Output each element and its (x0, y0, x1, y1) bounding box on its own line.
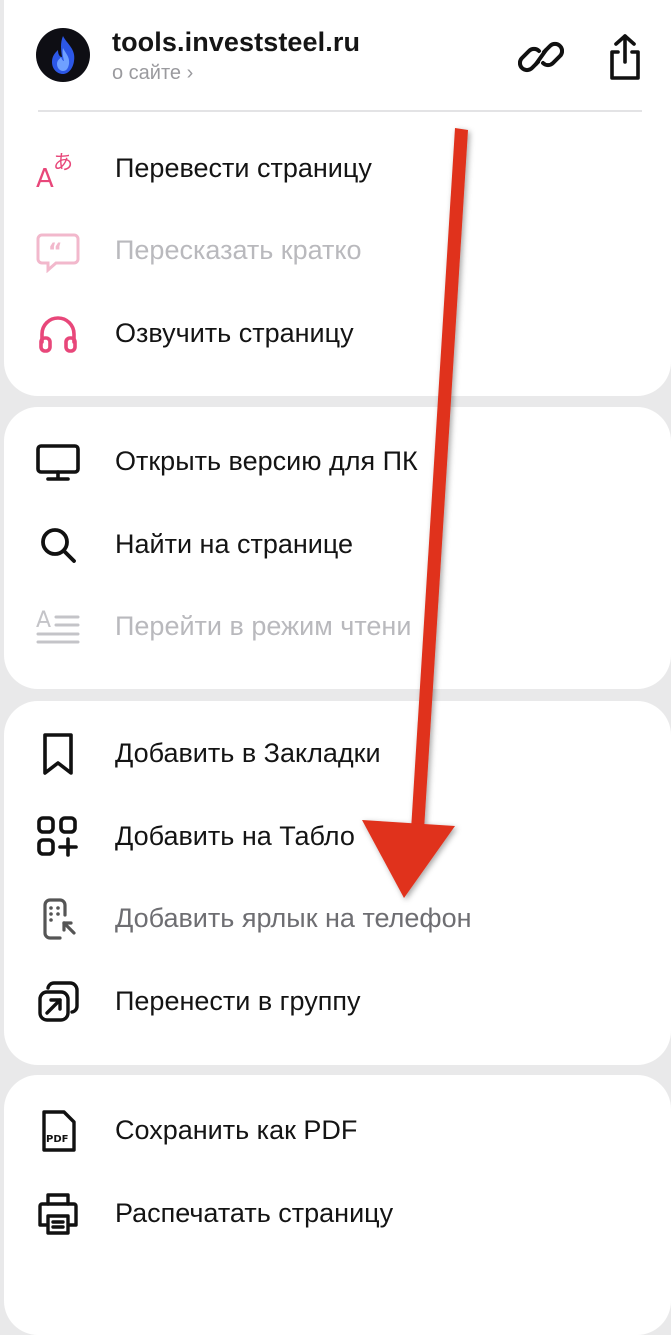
menu-item-label: Добавить ярлык на телефон (115, 903, 472, 933)
share-button[interactable] (602, 32, 648, 82)
svg-text:あ: あ (53, 150, 73, 174)
svg-text:A: A (36, 164, 54, 191)
menu-item-reader-mode[interactable]: A Перейти в режим чтени (4, 585, 671, 667)
menu-item-voice[interactable]: Озвучить страницу (4, 292, 671, 374)
site-domain: tools.investsteel.ru (112, 27, 361, 57)
menu-item-save-pdf[interactable]: PDF Сохранить как PDF (4, 1089, 671, 1171)
menu-item-translate[interactable]: A あ Перевести страницу (4, 127, 671, 209)
menu-item-label: Пересказать кратко (115, 235, 362, 265)
menu-item-label: Перейти в режим чтени (115, 611, 412, 641)
svg-text:A: A (36, 608, 51, 633)
menu-section-page-tools: tools.investsteel.ru о сайте › A あ Перев… (4, 0, 671, 396)
quote-summary-icon: “ (36, 229, 80, 274)
headphones-icon (36, 312, 80, 356)
menu-item-label: Сохранить как PDF (115, 1115, 358, 1145)
reader-mode-icon: A (36, 605, 80, 649)
move-to-group-icon (36, 980, 80, 1024)
menu-item-label: Озвучить страницу (115, 318, 354, 348)
add-to-grid-icon (36, 815, 80, 859)
translate-icon: A あ (36, 147, 80, 194)
copy-link-button[interactable] (517, 32, 565, 82)
printer-icon (36, 1192, 80, 1236)
menu-section-saves: Добавить в Закладки Добавить на Табло До… (4, 701, 671, 1065)
menu-item-label: Найти на странице (115, 529, 354, 559)
menu-item-find-on-page[interactable]: Найти на странице (4, 503, 671, 585)
pdf-file-icon: PDF (36, 1109, 80, 1153)
menu-item-phone-shortcut[interactable]: Добавить ярлык на телефон (4, 877, 671, 959)
site-favicon-icon (36, 28, 90, 82)
menu-item-label: Открыть версию для ПК (115, 446, 418, 476)
menu-section-view: Открыть версию для ПК Найти на странице … (4, 407, 671, 689)
menu-item-print[interactable]: Распечатать страницу (4, 1172, 671, 1254)
menu-section-export: PDF Сохранить как PDF Распечатать страни… (4, 1075, 671, 1335)
menu-item-add-bookmark[interactable]: Добавить в Закладки (4, 712, 671, 794)
share-icon (610, 34, 640, 80)
menu-item-desktop-version[interactable]: Открыть версию для ПК (4, 420, 671, 502)
menu-item-label: Распечатать страницу (115, 1198, 394, 1228)
site-header: tools.investsteel.ru о сайте › (4, 0, 671, 112)
svg-text:PDF: PDF (46, 1134, 68, 1145)
menu-item-add-to-tablo[interactable]: Добавить на Табло (4, 795, 671, 877)
site-about-link[interactable]: о сайте › (112, 62, 193, 85)
menu-item-summarize[interactable]: “ Пересказать кратко (4, 209, 671, 291)
menu-item-label: Перевести страницу (115, 153, 372, 183)
menu-item-label: Добавить в Закладки (115, 738, 381, 768)
menu-item-label: Добавить на Табло (115, 821, 355, 851)
svg-text:“: “ (48, 240, 62, 265)
desktop-icon (36, 440, 80, 484)
menu-item-move-to-group[interactable]: Перенести в группу (4, 960, 671, 1042)
header-divider (38, 110, 642, 112)
phone-shortcut-icon (36, 897, 80, 941)
link-icon (517, 41, 565, 73)
menu-item-label: Перенести в группу (115, 986, 361, 1016)
bookmark-icon (36, 732, 80, 776)
search-icon (36, 523, 80, 567)
